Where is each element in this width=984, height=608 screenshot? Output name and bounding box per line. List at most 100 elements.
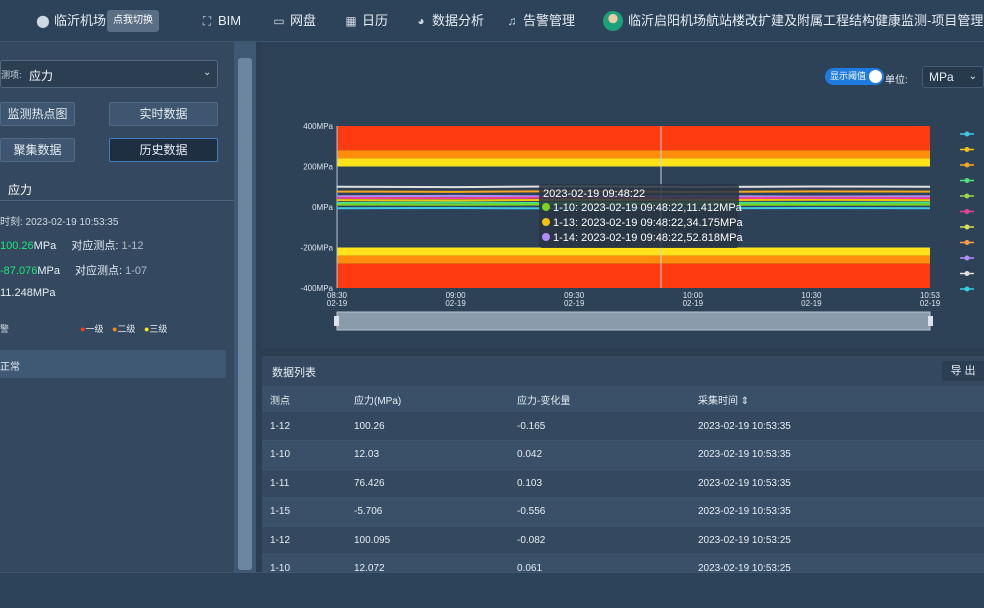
y-tick-label: 0MPa	[312, 203, 333, 212]
footer-bar	[0, 572, 984, 608]
cell-delta: -0.165	[517, 412, 698, 441]
cell-delta: -0.556	[517, 497, 698, 527]
switch-airport-button[interactable]: 点我切换	[107, 10, 159, 32]
measure-item-label: 测项:	[1, 70, 22, 80]
tooltip-dot	[542, 218, 550, 226]
nav-calendar-label: 日历	[362, 13, 389, 28]
cell-delta: 0.103	[517, 469, 698, 498]
max-value: 100.26	[0, 240, 34, 252]
table-row[interactable]: 1-12 100.26 -0.165 2023-02-19 10:53:35	[262, 412, 984, 441]
threshold-band	[337, 158, 930, 167]
project-user-label[interactable]: 临沂启阳机场航站楼改扩建及附属工程结构健康监测-项目管理员	[628, 0, 984, 42]
cell-stress: 76.426	[354, 469, 517, 498]
cell-time: 2023-02-19 10:53:35	[698, 469, 984, 498]
warn-legend: ●一级 ●二级 ●三级	[80, 322, 167, 335]
tooltip-row: 1-13: 2023-02-19 09:48:22,34.175MPa	[553, 217, 743, 229]
min-value: -87.076	[0, 265, 38, 277]
legend-dot	[964, 193, 970, 199]
cell-point: 1-12	[262, 412, 354, 441]
y-tick-label: -200MPa	[301, 244, 334, 253]
level3-label: 三级	[149, 324, 168, 334]
scrollbar-thumb[interactable]	[238, 58, 252, 570]
nav-analysis[interactable]: ◕ 数据分析	[414, 0, 484, 42]
nav-bim-label: BIM	[218, 13, 242, 28]
hotspot-map-button[interactable]: 监测热点图	[0, 102, 75, 126]
location-pin-icon: ⬤	[36, 14, 50, 28]
cell-stress: 100.095	[354, 526, 517, 555]
legend-dot	[964, 178, 970, 183]
cell-point: 1-12	[262, 526, 354, 555]
aggregate-data-button[interactable]: 聚集数据	[0, 138, 75, 162]
table-row[interactable]: 1-10 12.03 0.042 2023-02-19 10:53:35	[262, 440, 984, 470]
nav-disk-label: 网盘	[290, 13, 317, 28]
history-data-button[interactable]: 历史数据	[109, 138, 218, 162]
cell-point: 1-10	[262, 440, 354, 470]
min-point-label: 对应测点:	[75, 265, 123, 277]
drive-icon: ▭	[273, 14, 285, 28]
legend-dot	[964, 271, 970, 276]
cell-time: 2023-02-19 10:53:35	[698, 412, 984, 441]
table-row[interactable]: 1-12 100.095 -0.082 2023-02-19 10:53:25	[262, 526, 984, 555]
cell-time: 2023-02-19 10:53:25	[698, 526, 984, 555]
max-unit: MPa	[33, 240, 57, 252]
x-tick-date: 02-19	[920, 299, 941, 308]
x-tick-date: 02-19	[683, 299, 704, 308]
user-avatar[interactable]	[603, 11, 623, 31]
y-tick-label: 200MPa	[303, 163, 333, 172]
nav-alarm[interactable]: ♫ 告警管理	[505, 0, 576, 42]
x-tick-date: 02-19	[327, 299, 348, 308]
max-point-label: 对应测点:	[71, 240, 119, 252]
calendar-icon: ▦	[345, 14, 357, 28]
bell-icon: ♫	[507, 14, 517, 28]
realtime-data-button[interactable]: 实时数据	[109, 102, 218, 126]
left-panel-scrollbar[interactable]	[234, 42, 256, 572]
min-point: 1-07	[125, 265, 148, 277]
col-point[interactable]: 测点	[262, 386, 354, 412]
data-table: 测点 应力(MPa) 应力-变化量 采集时间 ⇕ 1-12 100.26 -0.16…	[262, 386, 984, 584]
cell-delta: 0.042	[517, 440, 698, 470]
cell-stress: -5.706	[354, 497, 517, 527]
pie-chart-icon: ◕	[417, 14, 425, 28]
col-stress[interactable]: 应力(MPa)	[354, 386, 517, 412]
legend-dot	[964, 255, 970, 261]
section-title: 应力	[8, 183, 33, 197]
zoom-handle-left	[334, 316, 339, 326]
level1-label: 一级	[85, 324, 104, 334]
status-row[interactable]: 正常	[0, 350, 226, 378]
cell-stress: 100.26	[354, 412, 517, 441]
legend-dot	[964, 286, 970, 292]
measure-item-select[interactable]: 测项: 应力 ⌄	[0, 60, 218, 88]
col-time[interactable]: 采集时间 ⇕	[698, 386, 984, 412]
export-button[interactable]: 导 出	[942, 361, 984, 381]
nav-bim[interactable]: ⛶ BIM	[200, 0, 241, 42]
table-header-row: 测点 应力(MPa) 应力-变化量 采集时间 ⇕	[262, 386, 984, 412]
airport-selector[interactable]: ⬤ 临沂机场	[36, 0, 106, 42]
tooltip-dot	[542, 233, 550, 241]
legend-dot	[964, 131, 970, 137]
table-row[interactable]: 1-11 76.426 0.103 2023-02-19 10:53:35	[262, 469, 984, 498]
bim-icon: ⛶	[202, 14, 212, 28]
stress-line-chart[interactable]: 400MPa200MPa0MPa-200MPa-400MPa08:3002-19…	[262, 42, 984, 348]
tooltip-dot	[542, 203, 550, 211]
chevron-down-icon: ⌄	[203, 67, 212, 78]
cell-stress: 12.03	[354, 440, 517, 470]
legend-dot	[964, 147, 970, 152]
legend-dot	[964, 209, 970, 214]
min-stat-row: -87.076MPa 对应测点: 1-07	[0, 262, 147, 278]
left-panel: 测项: 应力 ⌄ 监测热点图 实时数据 聚集数据 历史数据 应力 时刻: 202…	[0, 42, 234, 572]
nav-calendar[interactable]: ▦ 日历	[344, 0, 388, 42]
tooltip-row: 1-10: 2023-02-19 09:48:22,11.412MPa	[553, 202, 743, 214]
nav-analysis-label: 数据分析	[432, 13, 485, 28]
threshold-band	[337, 255, 930, 264]
status-text: 正常	[0, 362, 20, 373]
x-tick-date: 02-19	[564, 299, 585, 308]
tooltip-time: 2023-02-19 09:48:22	[543, 188, 645, 200]
table-row[interactable]: 1-15 -5.706 -0.556 2023-02-19 10:53:35	[262, 497, 984, 527]
max-point: 1-12	[121, 240, 144, 252]
nav-disk[interactable]: ▭ 网盘	[272, 0, 316, 42]
level2-label: 二级	[117, 324, 136, 334]
data-list-panel: 数据列表 导 出 测点 应力(MPa) 应力-变化量 采集时间 ⇕ 1-12 10…	[262, 356, 984, 584]
stat-time: 时刻: 2023-02-19 10:53:35	[0, 217, 119, 228]
col-delta[interactable]: 应力-变化量	[517, 386, 698, 412]
warn-label: 警	[0, 324, 10, 334]
